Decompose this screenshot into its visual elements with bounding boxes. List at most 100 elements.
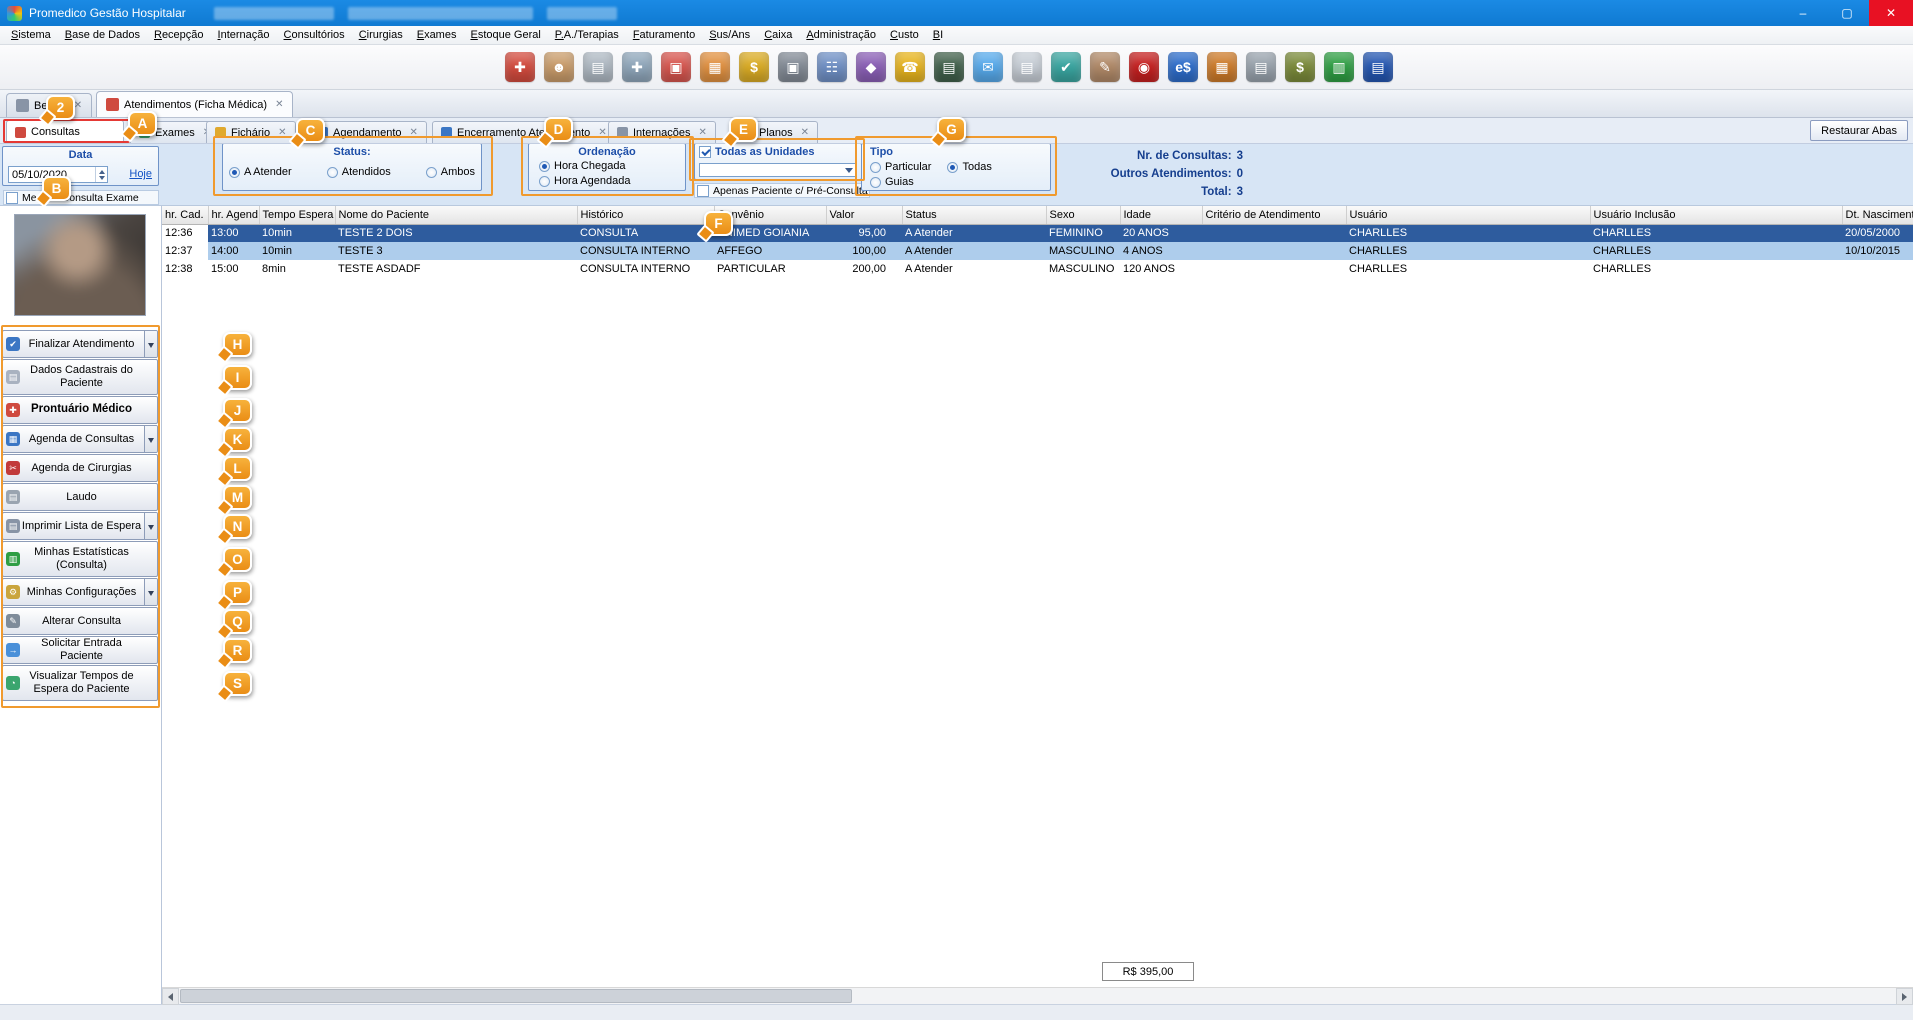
tasks-icon[interactable]: ✔ (1051, 52, 1081, 82)
table-row[interactable]: 12:3815:008minTESTE ASDADFCONSULTA INTER… (162, 260, 1913, 278)
column-header-criterio-de-atendimento[interactable]: Critério de Atendimento (1202, 206, 1346, 224)
menu-item-internacao[interactable]: Internação (211, 27, 277, 43)
tab-atendimentos-ficha-medica[interactable]: Atendimentos (Ficha Médica) ✕ (96, 91, 293, 117)
menu-item-caixa[interactable]: Caixa (757, 27, 799, 43)
billing-icon[interactable]: $ (739, 52, 769, 82)
sidebar-button-imprimir-lista-de-espera[interactable]: ▤Imprimir Lista de Espera (2, 512, 158, 540)
tab-close-icon[interactable]: ✕ (74, 100, 82, 111)
dropdown-arrow-icon[interactable] (144, 513, 157, 539)
todas-unidades-checkbox[interactable]: Todas as Unidades (699, 146, 814, 158)
maximize-button[interactable]: ▢ (1825, 0, 1869, 26)
column-header-dt-nascimento[interactable]: Dt. Nascimento (1842, 206, 1913, 224)
tab-close-icon[interactable]: ✕ (598, 127, 606, 138)
sidebar-button-alterar-consulta[interactable]: ✎Alterar Consulta (2, 607, 158, 635)
column-header-usuario-inclusao[interactable]: Usuário Inclusão (1590, 206, 1842, 224)
notes-icon[interactable]: ✎ (1090, 52, 1120, 82)
patients-icon[interactable]: ☻ (544, 52, 574, 82)
modules-icon[interactable]: ◆ (856, 52, 886, 82)
menu-item-administracao[interactable]: Administração (799, 27, 883, 43)
sidebar-button-minhas-estatisticas-consulta[interactable]: ▥Minhas Estatísticas (Consulta) (2, 541, 158, 577)
menu-item-recepcao[interactable]: Recepção (147, 27, 211, 43)
menu-item-base-de-dados[interactable]: Base de Dados (58, 27, 147, 43)
tab-close-icon[interactable]: ✕ (410, 127, 418, 138)
scroll-right-arrow[interactable] (1896, 988, 1913, 1005)
dropdown-arrow-icon[interactable] (144, 426, 157, 452)
column-header-usuario[interactable]: Usuário (1346, 206, 1590, 224)
column-header-status[interactable]: Status (902, 206, 1046, 224)
restaurar-abas-button[interactable]: Restaurar Abas (1810, 120, 1908, 141)
menu-item-sus-ans[interactable]: Sus/Ans (702, 27, 757, 43)
dropdown-arrow-icon[interactable] (144, 331, 157, 357)
minimize-button[interactable]: – (1781, 0, 1825, 26)
column-header-hr-agend[interactable]: hr. Agend. (208, 206, 259, 224)
chart-icon[interactable]: ▥ (1324, 52, 1354, 82)
tab-close-icon[interactable]: ✕ (801, 127, 809, 138)
radio-atendidos[interactable]: Atendidos (327, 166, 391, 178)
safe-icon[interactable]: ▣ (778, 52, 808, 82)
scrollbar-thumb[interactable] (180, 989, 852, 1003)
column-header-tempo-espera[interactable]: Tempo Espera (259, 206, 335, 224)
radio-hora-chegada[interactable]: Hora Chegada (539, 160, 630, 172)
radio-hora-agendada[interactable]: Hora Agendada (539, 175, 630, 187)
phonebook-icon[interactable]: ☎ (895, 52, 925, 82)
wallet-icon[interactable]: $ (1285, 52, 1315, 82)
menu-item-p-a-terapias[interactable]: P.A./Terapias (548, 27, 626, 43)
sidebar-button-minhas-configuracoes[interactable]: ⚙Minhas Configurações (2, 578, 158, 606)
tab-fichario[interactable]: Fichário ✕ (206, 121, 296, 143)
column-header-idade[interactable]: Idade (1120, 206, 1202, 224)
menu-item-consultorios[interactable]: Consultórios (277, 27, 352, 43)
sidebar-button-solicitar-entrada-paciente[interactable]: →Solicitar Entrada Paciente (2, 636, 158, 664)
printer-icon[interactable]: ▤ (1246, 52, 1276, 82)
horizontal-scrollbar[interactable] (162, 987, 1913, 1004)
column-header-hr-cad[interactable]: hr. Cad. (162, 206, 208, 224)
column-header-nome-do-paciente[interactable]: Nome do Paciente (335, 206, 577, 224)
column-header-valor[interactable]: Valor (826, 206, 902, 224)
tab-internacoes[interactable]: Internações ✕ (608, 121, 716, 143)
dropdown-arrow-icon[interactable] (144, 579, 157, 605)
tab-agendamento[interactable]: Agendamento ✕ (308, 121, 427, 143)
tab-close-icon[interactable]: ✕ (275, 99, 283, 110)
tab-close-icon[interactable]: ✕ (698, 127, 706, 138)
sidebar-button-agenda-de-consultas[interactable]: ▦Agenda de Consultas (2, 425, 158, 453)
units-combobox[interactable] (699, 163, 857, 177)
menu-item-cirurgias[interactable]: Cirurgias (352, 27, 410, 43)
tab-encerramento-atendimento[interactable]: Encerramento Atendimento ✕ (432, 121, 616, 143)
ambulance-icon[interactable]: ▣ (661, 52, 691, 82)
manual-icon[interactable]: ▤ (1363, 52, 1393, 82)
sidebar-button-dados-cadastrais-do-paciente[interactable]: ▤Dados Cadastrais do Paciente (2, 359, 158, 395)
emergency-icon[interactable]: ✚ (505, 52, 535, 82)
clinic-icon[interactable]: ✚ (622, 52, 652, 82)
sidebar-button-laudo[interactable]: ▤Laudo (2, 483, 158, 511)
table-row[interactable]: 12:3714:0010minTESTE 3CONSULTA INTERNOAF… (162, 242, 1913, 260)
schedule-icon[interactable]: ▤ (583, 52, 613, 82)
menu-item-exames[interactable]: Exames (410, 27, 464, 43)
sidebar-button-visualizar-tempos-de-espera-do-paciente[interactable]: ◔Visualizar Tempos de Espera do Paciente (2, 665, 158, 701)
sidebar-button-finalizar-atendimento[interactable]: ✔Finalizar Atendimento (2, 330, 158, 358)
menu-item-estoque-geral[interactable]: Estoque Geral (463, 27, 547, 43)
menu-item-bi[interactable]: BI (926, 27, 950, 43)
mesclar-consulta-exame-checkbox[interactable]: Mesclar Consulta Exame (3, 190, 159, 205)
today-link[interactable]: Hoje (129, 168, 152, 180)
radio-ambos[interactable]: Ambos (426, 166, 475, 178)
chat-icon[interactable]: ✉ (973, 52, 1003, 82)
esocial-icon[interactable]: e$ (1168, 52, 1198, 82)
radio-guias[interactable]: Guias (870, 176, 914, 188)
table-row[interactable]: 12:3613:0010minTESTE 2 DOISCONSULTAUNIME… (162, 224, 1913, 242)
date-spinner[interactable] (95, 167, 107, 182)
column-header-sexo[interactable]: Sexo (1046, 206, 1120, 224)
menu-item-custo[interactable]: Custo (883, 27, 926, 43)
tab-consultas[interactable]: Consultas (6, 120, 124, 143)
radio-todas[interactable]: Todas (947, 161, 991, 173)
sidebar-button-prontuario-medico[interactable]: ✚Prontuário Médico (2, 396, 158, 424)
power-icon[interactable]: ◉ (1129, 52, 1159, 82)
menu-item-sistema[interactable]: Sistema (4, 27, 58, 43)
close-button[interactable]: ✕ (1869, 0, 1913, 26)
management-icon[interactable]: ☷ (817, 52, 847, 82)
stock-icon[interactable]: ▦ (700, 52, 730, 82)
column-header-historico[interactable]: Histórico (577, 206, 714, 224)
pre-consulta-checkbox[interactable]: Apenas Paciente c/ Pré-Consulta (694, 183, 870, 198)
supplies-icon[interactable]: ▦ (1207, 52, 1237, 82)
scroll-left-arrow[interactable] (162, 988, 179, 1005)
sidebar-button-agenda-de-cirurgias[interactable]: ✂Agenda de Cirurgias (2, 454, 158, 482)
report-icon[interactable]: ▤ (1012, 52, 1042, 82)
